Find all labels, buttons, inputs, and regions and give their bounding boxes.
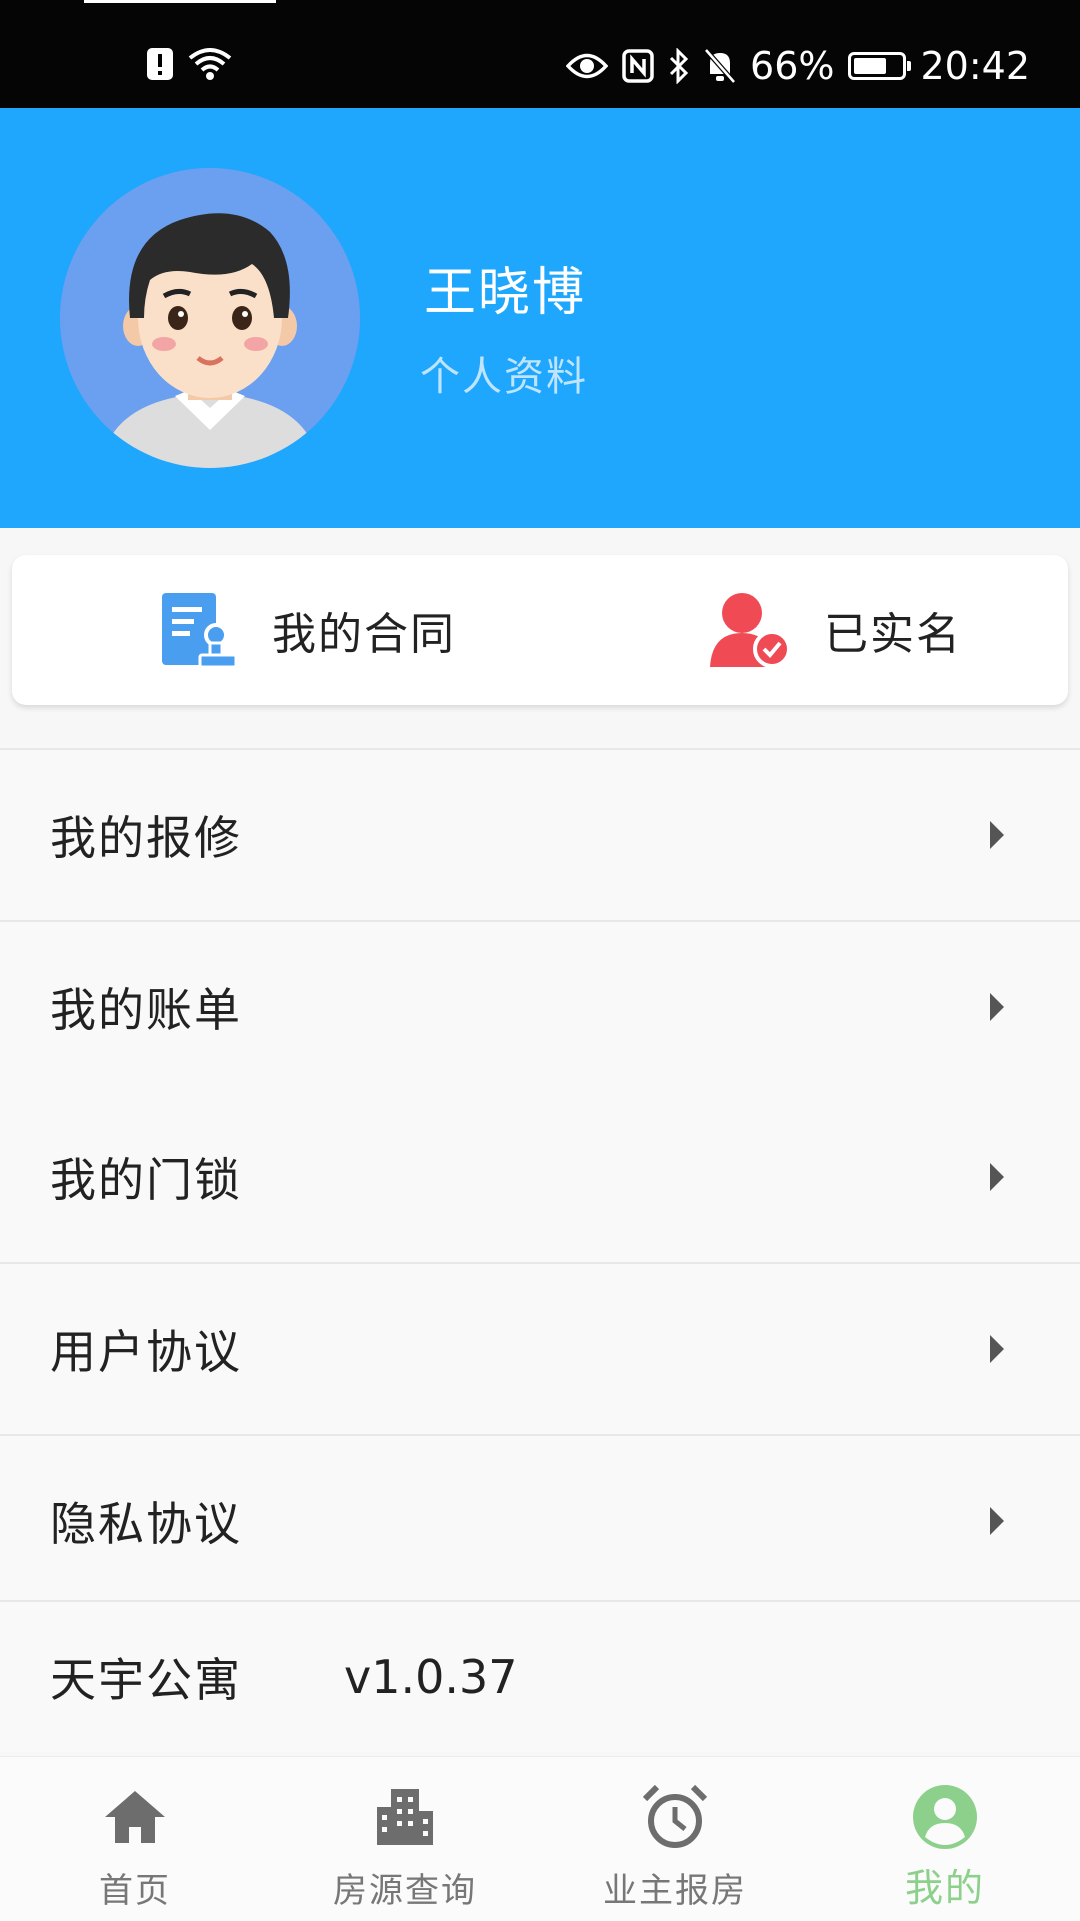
verified-status-button[interactable]: 已实名 — [708, 555, 962, 705]
battery-icon — [848, 52, 912, 80]
verified-user-icon — [710, 593, 790, 668]
menu-item-user-agreement[interactable]: 用户协议 — [0, 1262, 1080, 1434]
menu-item-label: 我的门锁 — [50, 1153, 242, 1207]
menu-item-label: 隐私协议 — [50, 1497, 242, 1551]
verified-label: 已实名 — [824, 609, 962, 660]
tab-owner-listing[interactable]: 业主报房 — [540, 1757, 810, 1921]
app-version-row: 天宇公寓 v1.0.37 — [0, 1600, 1080, 1752]
menu-item-label: 我的账单 — [50, 983, 242, 1037]
bottom-tab-bar: 首页 房源查询 业主报房 我的 — [0, 1756, 1080, 1921]
battery-percent: 66% — [750, 44, 835, 88]
bell-muted-icon — [704, 48, 736, 84]
clock: 20:42 — [920, 44, 1030, 88]
my-contract-button[interactable]: 我的合同 — [160, 555, 456, 705]
tab-label: 我的 — [904, 1866, 985, 1910]
tab-property-search[interactable]: 房源查询 — [270, 1757, 540, 1921]
avatar[interactable] — [60, 168, 360, 468]
alert-icon — [147, 48, 173, 80]
my-contract-label: 我的合同 — [272, 609, 456, 660]
chevron-right-icon — [990, 1507, 1004, 1535]
tab-label: 房源查询 — [333, 1871, 477, 1911]
status-bar: 66% 20:42 — [0, 0, 1080, 108]
app-name: 天宇公寓 — [50, 1653, 242, 1707]
profile-link[interactable]: 个人资料 — [420, 344, 588, 402]
alarm-clock-icon — [642, 1784, 708, 1848]
menu-item-door-lock[interactable]: 我的门锁 — [0, 1092, 1080, 1262]
profile-header: 王晓博 个人资料 — [0, 108, 1080, 528]
chevron-right-icon — [990, 821, 1004, 849]
tab-mine[interactable]: 我的 — [810, 1757, 1080, 1921]
chevron-right-icon — [990, 1335, 1004, 1363]
bluetooth-icon — [669, 48, 689, 84]
home-icon — [105, 1791, 165, 1843]
quick-actions-card: 我的合同 已实名 — [12, 555, 1068, 705]
user-icon — [913, 1785, 977, 1849]
chevron-right-icon — [990, 1163, 1004, 1191]
tab-label: 首页 — [99, 1871, 171, 1911]
menu-item-bills[interactable]: 我的账单 — [0, 920, 1080, 1092]
tab-home[interactable]: 首页 — [0, 1757, 270, 1921]
avatar-illustration — [60, 168, 360, 468]
tab-label: 业主报房 — [603, 1871, 747, 1911]
wifi-icon — [188, 48, 232, 80]
menu-item-repairs[interactable]: 我的报修 — [0, 748, 1080, 920]
nfc-icon — [622, 49, 654, 83]
status-indicator-line — [84, 0, 276, 3]
contract-icon — [162, 593, 238, 669]
menu-list: 我的报修 我的账单 我的门锁 用户协议 隐私协议 — [0, 748, 1080, 1606]
eye-icon — [566, 53, 609, 79]
chevron-right-icon — [990, 993, 1004, 1021]
building-icon — [377, 1789, 433, 1845]
menu-item-label: 我的报修 — [50, 811, 242, 865]
menu-item-privacy-agreement[interactable]: 隐私协议 — [0, 1434, 1080, 1606]
menu-item-label: 用户协议 — [50, 1325, 242, 1379]
app-version: v1.0.37 — [344, 1650, 518, 1704]
user-name: 王晓博 — [424, 263, 587, 323]
